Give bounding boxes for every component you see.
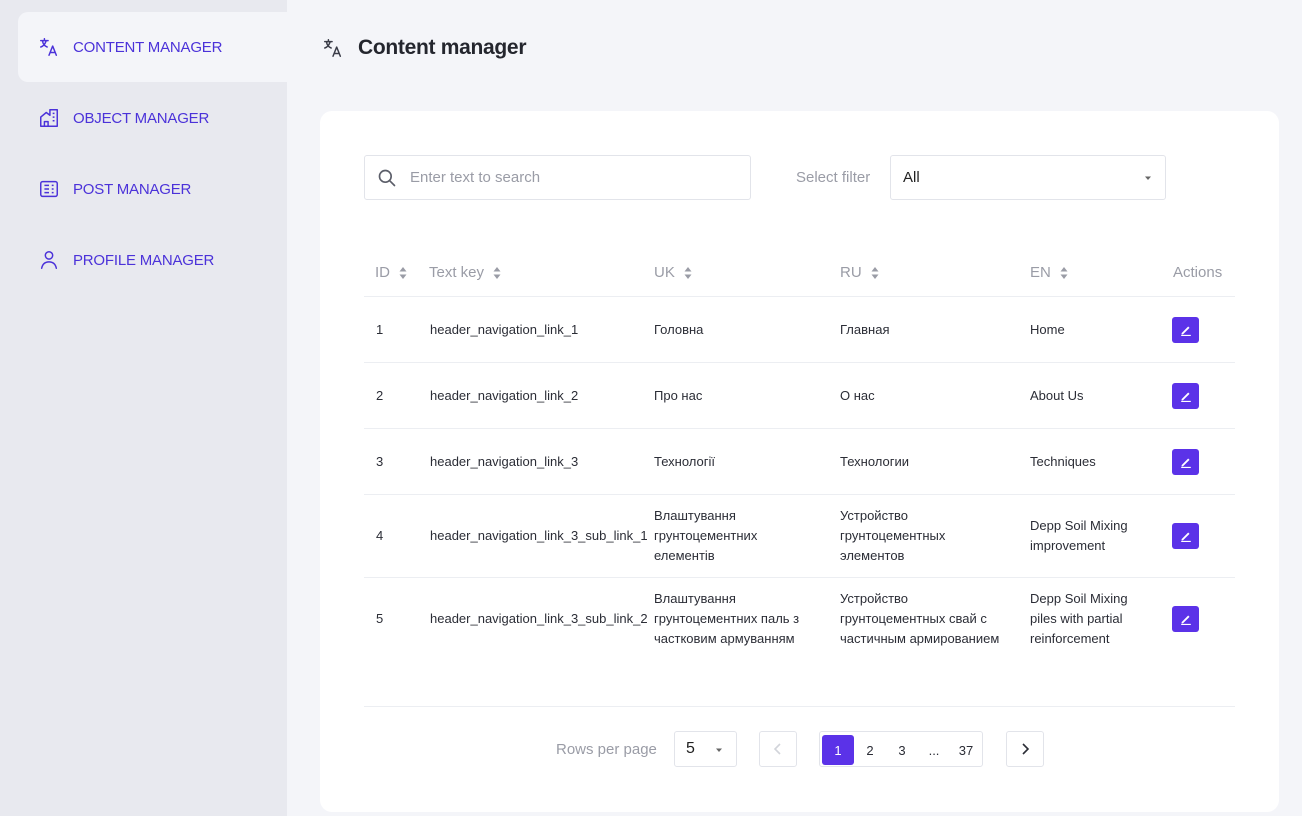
pencil-icon [1180,326,1191,336]
page-header: Content manager [322,30,526,66]
cell-id: 3 [376,454,384,469]
cell-ru: Главная [840,322,890,337]
sidebar: CONTENT MANAGER OBJECT MANAGER POST MANA… [0,0,287,816]
cell-ru: О нас [840,388,875,403]
content-table: ID Text key UK RU EN Actions 1 header_na… [364,247,1235,661]
page-button[interactable]: 2 [854,735,886,765]
edit-button[interactable] [1172,383,1199,409]
column-header-en[interactable]: EN [1030,264,1069,281]
filter-label: Select filter [796,169,871,186]
building-icon [38,107,60,129]
cell-uk: Влаштування грунтоцементних елементів [654,508,758,563]
table-row: 1 header_navigation_link_1 Головна Главн… [364,297,1235,363]
user-icon [38,249,60,271]
cell-en: Depp Soil Mixing piles with partial rein… [1030,591,1128,646]
table-row: 2 header_navigation_link_2 Про нас О нас… [364,363,1235,429]
article-icon [38,178,60,200]
content-card: Select filter All ID Text key UK RU E [320,111,1279,812]
sidebar-item-profile-manager[interactable]: PROFILE MANAGER [18,225,287,295]
cell-en: Techniques [1030,454,1096,469]
pencil-icon [1180,615,1191,625]
cell-ru: Технологии [840,454,910,469]
cell-uk: Технології [654,454,715,469]
sidebar-item-label: OBJECT MANAGER [73,109,210,127]
cell-ru: Устройство грунтоцементных свай с частич… [840,591,1000,646]
search-input[interactable] [410,169,730,186]
pencil-icon [1180,532,1191,542]
cell-key: header_navigation_link_3 [430,454,579,469]
pencil-icon [1180,392,1191,402]
edit-button[interactable] [1172,606,1199,632]
search-icon [377,168,397,188]
cell-uk: Про нас [654,388,703,403]
cell-uk: Влаштування грунтоцементних паль з частк… [654,591,800,646]
column-header-id[interactable]: ID [375,264,408,281]
table-row: 4 header_navigation_link_3_sub_link_1 Вл… [364,495,1235,578]
search-box[interactable] [364,155,751,200]
sort-icon [1060,266,1068,279]
cell-key: header_navigation_link_2 [430,388,579,403]
cell-key: header_navigation_link_1 [430,322,579,337]
page-list: 1 2 3 ... 37 [819,731,983,767]
sort-icon [493,266,501,279]
page-button[interactable]: 1 [822,735,854,765]
table-row: 5 header_navigation_link_3_sub_link_2 Вл… [364,578,1235,661]
column-header-ru[interactable]: RU [840,264,880,281]
edit-button[interactable] [1172,523,1199,549]
next-page-button[interactable] [1006,731,1044,767]
cell-en: About Us [1030,388,1084,403]
table-row: 3 header_navigation_link_3 Технології Те… [364,429,1235,495]
cell-key: header_navigation_link_3_sub_link_1 [430,528,648,543]
filter-select[interactable]: All [890,155,1166,200]
pencil-icon [1180,458,1191,468]
rows-per-page-label: Rows per page [556,741,657,758]
cell-id: 5 [376,611,384,626]
sidebar-item-post-manager[interactable]: POST MANAGER [18,154,287,224]
sidebar-item-label: POST MANAGER [73,180,192,198]
cell-key: header_navigation_link_3_sub_link_2 [430,611,648,626]
pagination-divider [364,706,1235,707]
column-header-actions: Actions [1173,264,1223,281]
chevron-down-icon [716,748,722,752]
page-ellipsis: ... [928,742,940,758]
cell-en: Depp Soil Mixing improvement [1030,518,1128,553]
edit-button[interactable] [1172,449,1199,475]
edit-button[interactable] [1172,317,1199,343]
column-header-text-key[interactable]: Text key [429,264,502,281]
sidebar-item-object-manager[interactable]: OBJECT MANAGER [18,83,287,153]
column-header-uk[interactable]: UK [654,264,693,281]
page-button[interactable]: 3 [886,735,918,765]
sort-icon [684,266,692,279]
sidebar-item-label: CONTENT MANAGER [73,38,223,56]
filter-value: All [903,169,920,186]
cell-id: 4 [376,528,384,543]
cell-ru: Устройство грунтоцементных элементов [840,508,946,563]
page-button[interactable]: 37 [950,735,982,765]
sidebar-item-content-manager[interactable]: CONTENT MANAGER [18,12,287,82]
sort-icon [399,266,407,279]
prev-page-button[interactable] [759,731,797,767]
cell-en: Home [1030,322,1065,337]
page-title: Content manager [358,36,527,59]
translate-icon [322,37,344,59]
sidebar-item-label: PROFILE MANAGER [73,251,215,269]
sort-icon [871,266,879,279]
chevron-right-icon [1022,743,1030,755]
rows-per-page-select[interactable]: 5 [674,731,737,767]
chevron-down-icon [1145,176,1151,180]
cell-id: 1 [376,322,384,337]
chevron-left-icon [773,743,781,755]
cell-id: 2 [376,388,384,403]
translate-icon [38,36,60,58]
rows-per-page-value: 5 [686,740,695,757]
table-header: ID Text key UK RU EN Actions [364,247,1235,297]
cell-uk: Головна [654,322,704,337]
